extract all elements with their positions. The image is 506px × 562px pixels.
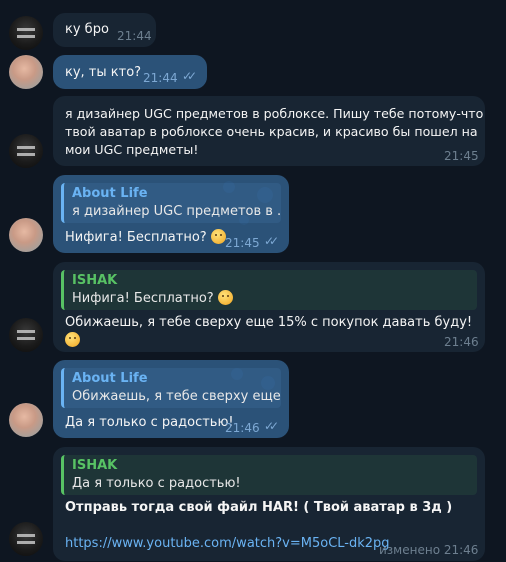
reply-quote[interactable]: About Life Обижаешь, я тебе сверху еще..… (61, 368, 281, 408)
youtube-link[interactable]: https://www.youtube.com/watch?v=M5oCL-dk… (65, 535, 390, 553)
avatar[interactable] (9, 16, 43, 50)
reply-quote[interactable]: ISHAK Да я только с радостью! (61, 455, 477, 495)
message-text: Отправь тогда свой файл HAR! ( Твой ават… (65, 500, 453, 515)
message-text: Да я только с радостью! (65, 415, 234, 430)
avatar[interactable] (9, 318, 43, 352)
smirking-face-emoji (65, 332, 80, 347)
message-bubble[interactable]: ISHAK Да я только с радостью! Отправь то… (53, 447, 485, 561)
reply-snippet: Обижаешь, я тебе сверху еще... (72, 389, 281, 404)
avatar[interactable] (9, 55, 43, 89)
message-bubble[interactable]: ISHAK Нифига! Бесплатно? Обижаешь, я теб… (53, 262, 485, 352)
message-bubble[interactable]: About Life Обижаешь, я тебе сверху еще..… (53, 360, 289, 438)
reply-author: About Life (72, 371, 148, 386)
reply-quote[interactable]: ISHAK Нифига! Бесплатно? (61, 270, 477, 310)
message-time: изменено 21:46 (379, 543, 479, 557)
double-check-icon: ✓✓ (264, 234, 279, 248)
message-text: ку, ты кто? (65, 65, 142, 80)
message-time: 21:44 (117, 29, 152, 43)
reply-author: ISHAK (72, 273, 118, 288)
message-time: 21:46 (225, 421, 260, 435)
reply-snippet: Да я только с радостью! (72, 476, 241, 491)
message-text: ку бро (65, 22, 109, 37)
message-bubble[interactable]: ку, ты кто? 21:44 ✓✓ (53, 55, 207, 89)
message-text: я дизайнер UGC предметов в роблоксе. Пиш… (65, 106, 484, 157)
message-text: Нифига! Бесплатно? (65, 230, 207, 245)
avatar[interactable] (9, 218, 43, 252)
message-time: 21:45 (225, 236, 260, 250)
reply-author: About Life (72, 186, 148, 201)
double-check-icon: ✓✓ (264, 419, 279, 433)
message-time: 21:44 (143, 71, 178, 85)
flushed-face-emoji (210, 229, 226, 244)
message-time: 21:46 (444, 335, 479, 349)
message-text: Обижаешь, я тебе сверху еще 15% с покупо… (65, 315, 473, 330)
message-bubble[interactable]: ку бро 21:44 (53, 13, 156, 47)
reply-snippet: я дизайнер UGC предметов в ... (72, 204, 281, 219)
flushed-face-emoji (217, 290, 233, 305)
reply-author: ISHAK (72, 458, 118, 473)
avatar[interactable] (9, 134, 43, 168)
avatar[interactable] (9, 403, 43, 437)
reply-snippet: Нифига! Бесплатно? (72, 291, 214, 306)
message-bubble[interactable]: я дизайнер UGC предметов в роблоксе. Пиш… (53, 96, 485, 166)
avatar[interactable] (9, 522, 43, 556)
double-check-icon: ✓✓ (182, 69, 197, 83)
message-bubble[interactable]: About Life я дизайнер UGC предметов в ..… (53, 175, 289, 253)
reply-quote[interactable]: About Life я дизайнер UGC предметов в ..… (61, 183, 281, 223)
message-time: 21:45 (444, 149, 479, 163)
